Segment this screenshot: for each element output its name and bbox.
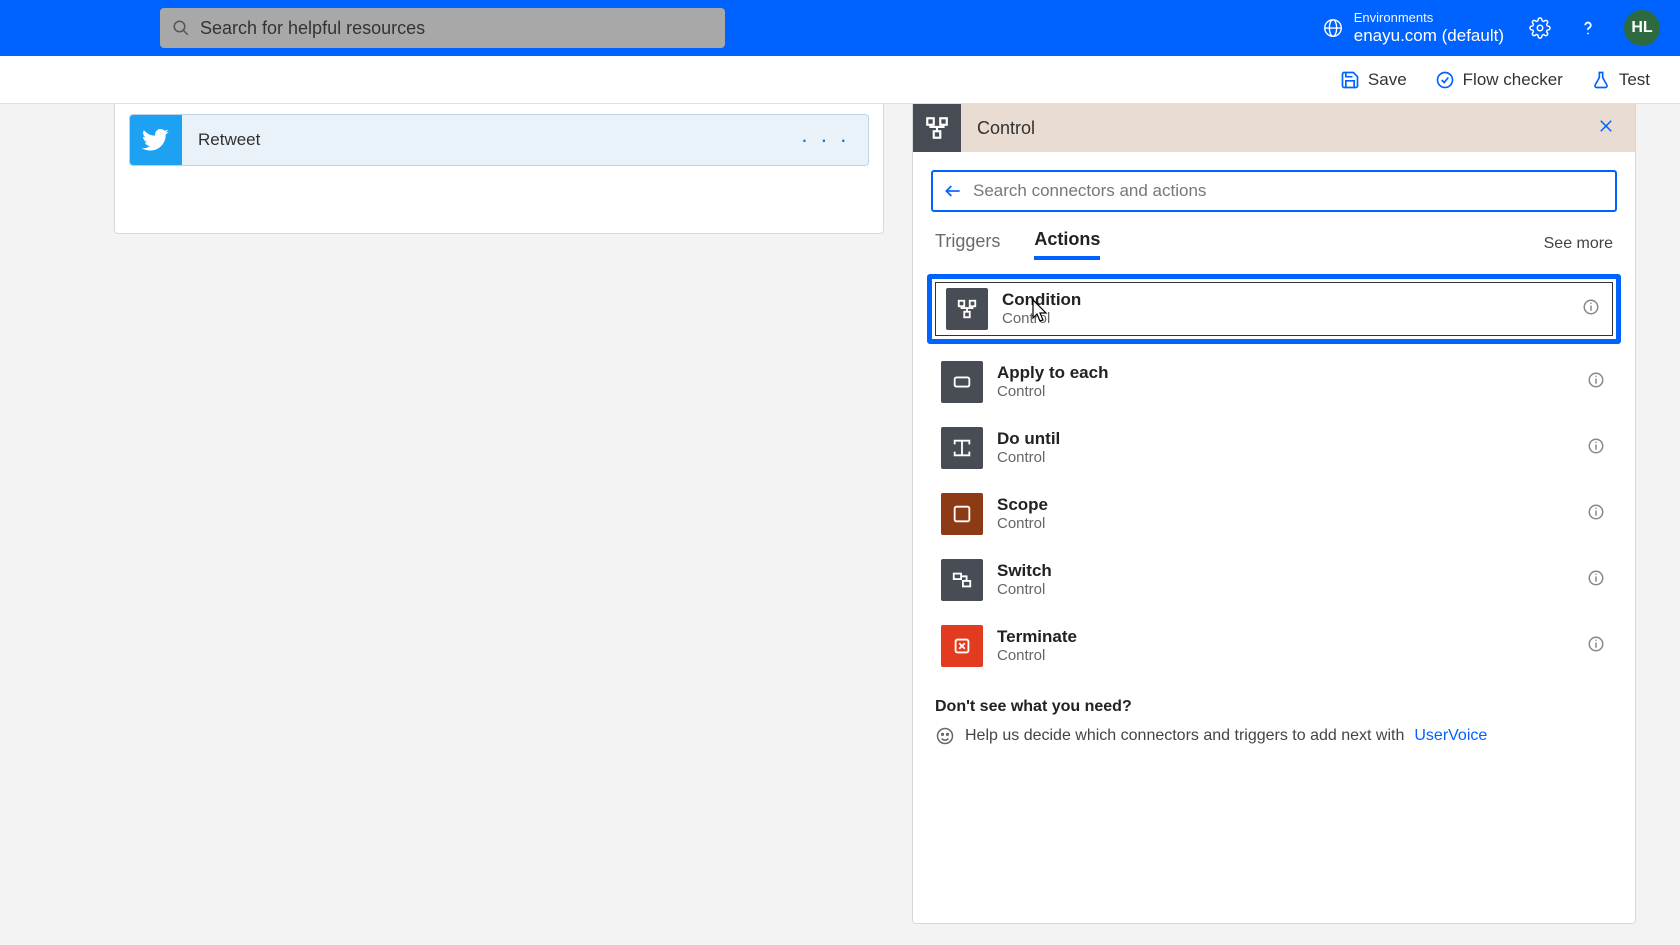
environment-picker[interactable]: Environments enayu.com (default)	[1322, 11, 1504, 45]
twitter-icon	[130, 114, 182, 166]
action-item-scope[interactable]: ScopeControl	[927, 486, 1621, 542]
connector-search[interactable]	[931, 170, 1617, 212]
save-icon	[1340, 70, 1360, 90]
search-icon	[172, 19, 190, 37]
see-more-link[interactable]: See more	[1544, 235, 1613, 253]
action-icon	[941, 625, 983, 667]
settings-button[interactable]	[1528, 16, 1552, 40]
action-info-button[interactable]	[1579, 437, 1613, 460]
command-bar: Save Flow checker Test	[0, 56, 1680, 104]
info-icon	[1587, 569, 1605, 587]
action-list: ConditionControlApply to eachControlDo u…	[913, 264, 1635, 674]
action-title: Terminate	[997, 627, 1579, 647]
flow-step-container: Retweet · · ·	[114, 104, 884, 234]
action-title: Condition	[1002, 290, 1574, 310]
close-icon	[1597, 117, 1615, 135]
info-icon	[1587, 437, 1605, 455]
question-icon	[1577, 17, 1599, 39]
action-icon	[941, 427, 983, 469]
help-button[interactable]	[1576, 16, 1600, 40]
tab-actions[interactable]: Actions	[1034, 229, 1100, 260]
environment-label: Environments	[1354, 11, 1504, 26]
action-title: Scope	[997, 495, 1579, 515]
panel-header: Control	[913, 104, 1635, 152]
flow-checker-icon	[1435, 70, 1455, 90]
tabs-row: Triggers Actions See more	[913, 224, 1635, 264]
panel-footer: Don't see what you need? Help us decide …	[913, 674, 1635, 746]
action-item-switch[interactable]: SwitchControl	[927, 552, 1621, 608]
action-icon	[946, 288, 988, 330]
globe-icon	[1322, 17, 1344, 39]
panel-title: Control	[961, 118, 1591, 139]
action-picker-panel: Control Triggers Actions See more Condit…	[912, 104, 1636, 924]
action-item-terminate[interactable]: TerminateControl	[927, 618, 1621, 674]
action-info-button[interactable]	[1579, 503, 1613, 526]
action-info-button[interactable]	[1579, 569, 1613, 592]
global-search[interactable]	[160, 8, 725, 48]
connector-search-input[interactable]	[973, 181, 1605, 201]
global-search-input[interactable]	[200, 18, 713, 39]
gear-icon	[1529, 17, 1551, 39]
footer-text: Help us decide which connectors and trig…	[965, 727, 1404, 745]
tab-triggers[interactable]: Triggers	[935, 231, 1000, 258]
action-icon	[941, 361, 983, 403]
action-title: Do until	[997, 429, 1579, 449]
action-item-condition[interactable]: ConditionControl	[927, 274, 1621, 344]
info-icon	[1587, 503, 1605, 521]
info-icon	[1587, 371, 1605, 389]
save-button[interactable]: Save	[1340, 70, 1407, 90]
control-connector-icon	[913, 104, 961, 152]
smiley-icon	[935, 726, 955, 746]
test-button[interactable]: Test	[1591, 70, 1650, 90]
action-subtitle: Control	[997, 383, 1579, 401]
environment-name: enayu.com (default)	[1354, 26, 1504, 46]
action-item-do-until[interactable]: Do untilControl	[927, 420, 1621, 476]
action-title: Apply to each	[997, 363, 1579, 383]
action-subtitle: Control	[997, 647, 1579, 665]
action-icon	[941, 559, 983, 601]
action-title: Switch	[997, 561, 1579, 581]
flow-canvas: Retweet · · · Control Triggers Actions S…	[0, 104, 1680, 945]
user-avatar[interactable]: HL	[1624, 10, 1660, 46]
flow-step-retweet[interactable]: Retweet · · ·	[129, 114, 869, 166]
action-item-apply-to-each[interactable]: Apply to eachControl	[927, 354, 1621, 410]
save-button-label: Save	[1368, 70, 1407, 90]
flow-checker-label: Flow checker	[1463, 70, 1563, 90]
top-navigation-bar: Environments enayu.com (default) HL	[0, 0, 1680, 56]
flow-checker-button[interactable]: Flow checker	[1435, 70, 1563, 90]
action-subtitle: Control	[997, 515, 1579, 533]
flow-step-menu-button[interactable]: · · ·	[783, 127, 868, 153]
info-icon	[1587, 635, 1605, 653]
action-subtitle: Control	[997, 449, 1579, 467]
uservoice-link[interactable]: UserVoice	[1414, 727, 1487, 745]
flow-step-label: Retweet	[182, 130, 783, 150]
info-icon	[1582, 298, 1600, 316]
action-info-button[interactable]	[1579, 635, 1613, 658]
action-info-button[interactable]	[1579, 371, 1613, 394]
footer-title: Don't see what you need?	[935, 698, 1613, 716]
action-subtitle: Control	[997, 581, 1579, 599]
panel-close-button[interactable]	[1591, 111, 1621, 146]
action-icon	[941, 493, 983, 535]
test-button-label: Test	[1619, 70, 1650, 90]
action-subtitle: Control	[1002, 310, 1574, 328]
beaker-icon	[1591, 70, 1611, 90]
action-info-button[interactable]	[1574, 298, 1608, 321]
back-arrow-icon[interactable]	[943, 181, 963, 201]
